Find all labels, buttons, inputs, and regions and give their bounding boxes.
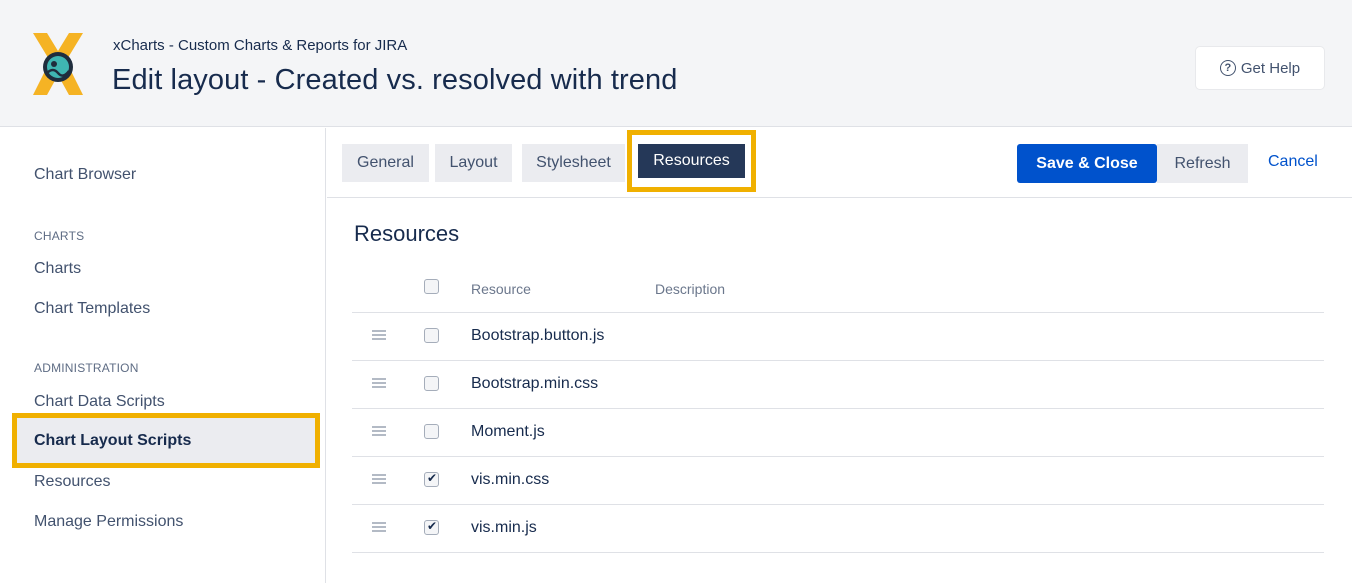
sidebar-item-chart-templates[interactable]: Chart Templates: [34, 300, 150, 318]
resource-name: Bootstrap.min.css: [471, 375, 599, 392]
editor-toolbar: General Layout Stylesheet Resources Save…: [327, 128, 1352, 198]
column-header-resource: Resource: [471, 281, 531, 297]
tab-general[interactable]: General: [342, 144, 429, 182]
xcharts-logo-icon: [33, 33, 83, 95]
tab-resources[interactable]: Resources: [638, 144, 745, 178]
refresh-button[interactable]: Refresh: [1157, 144, 1248, 183]
drag-handle-icon[interactable]: [372, 522, 386, 532]
page-header: xCharts - Custom Charts & Reports for JI…: [0, 0, 1352, 127]
sidebar-item-manage-permissions[interactable]: Manage Permissions: [34, 513, 183, 531]
page-title: Edit layout - Created vs. resolved with …: [112, 64, 678, 96]
resource-name: Moment.js: [471, 423, 545, 440]
column-header-description: Description: [655, 281, 726, 297]
sidebar-item-chart-layout-scripts[interactable]: Chart Layout Scripts: [12, 413, 320, 468]
resource-name: vis.min.css: [471, 471, 550, 488]
app-title: xCharts - Custom Charts & Reports for JI…: [113, 37, 408, 54]
row-checkbox[interactable]: [424, 376, 439, 391]
row-checkbox[interactable]: [424, 471, 439, 487]
sidebar-item-resources[interactable]: Resources: [34, 473, 110, 491]
cancel-link[interactable]: Cancel: [1268, 153, 1318, 171]
section-title: Resources: [354, 221, 460, 246]
tab-resources-highlight: Resources: [627, 130, 756, 192]
tab-stylesheet[interactable]: Stylesheet: [522, 144, 625, 182]
row-divider: [352, 408, 1324, 409]
drag-handle-icon[interactable]: [372, 474, 386, 484]
row-divider: [352, 456, 1324, 457]
header-divider: [352, 312, 1324, 313]
drag-handle-icon[interactable]: [372, 426, 386, 436]
get-help-button[interactable]: ? Get Help: [1196, 47, 1324, 89]
row-checkbox[interactable]: [424, 424, 439, 439]
sidebar: Chart Browser CHARTS Charts Chart Templa…: [0, 128, 326, 583]
drag-handle-icon[interactable]: [372, 378, 386, 388]
tab-layout[interactable]: Layout: [435, 144, 512, 182]
row-divider: [352, 360, 1324, 361]
resource-name: Bootstrap.button.js: [471, 327, 605, 344]
row-divider: [352, 504, 1324, 505]
sidebar-heading-administration: ADMINISTRATION: [34, 361, 139, 375]
sidebar-item-chart-data-scripts[interactable]: Chart Data Scripts: [34, 393, 165, 411]
save-close-button[interactable]: Save & Close: [1017, 144, 1157, 183]
sidebar-item-charts[interactable]: Charts: [34, 260, 81, 278]
row-divider: [352, 552, 1324, 553]
row-checkbox[interactable]: [424, 328, 439, 343]
help-icon: ?: [1219, 60, 1236, 76]
select-all-checkbox[interactable]: [424, 279, 439, 294]
sidebar-item-chart-browser[interactable]: Chart Browser: [34, 166, 136, 184]
row-checkbox[interactable]: [424, 519, 439, 535]
resource-name: vis.min.js: [471, 519, 537, 536]
get-help-label: Get Help: [1240, 59, 1301, 77]
drag-handle-icon[interactable]: [372, 330, 386, 340]
sidebar-heading-charts: CHARTS: [34, 229, 85, 243]
sidebar-item-label: Chart Layout Scripts: [34, 432, 192, 449]
